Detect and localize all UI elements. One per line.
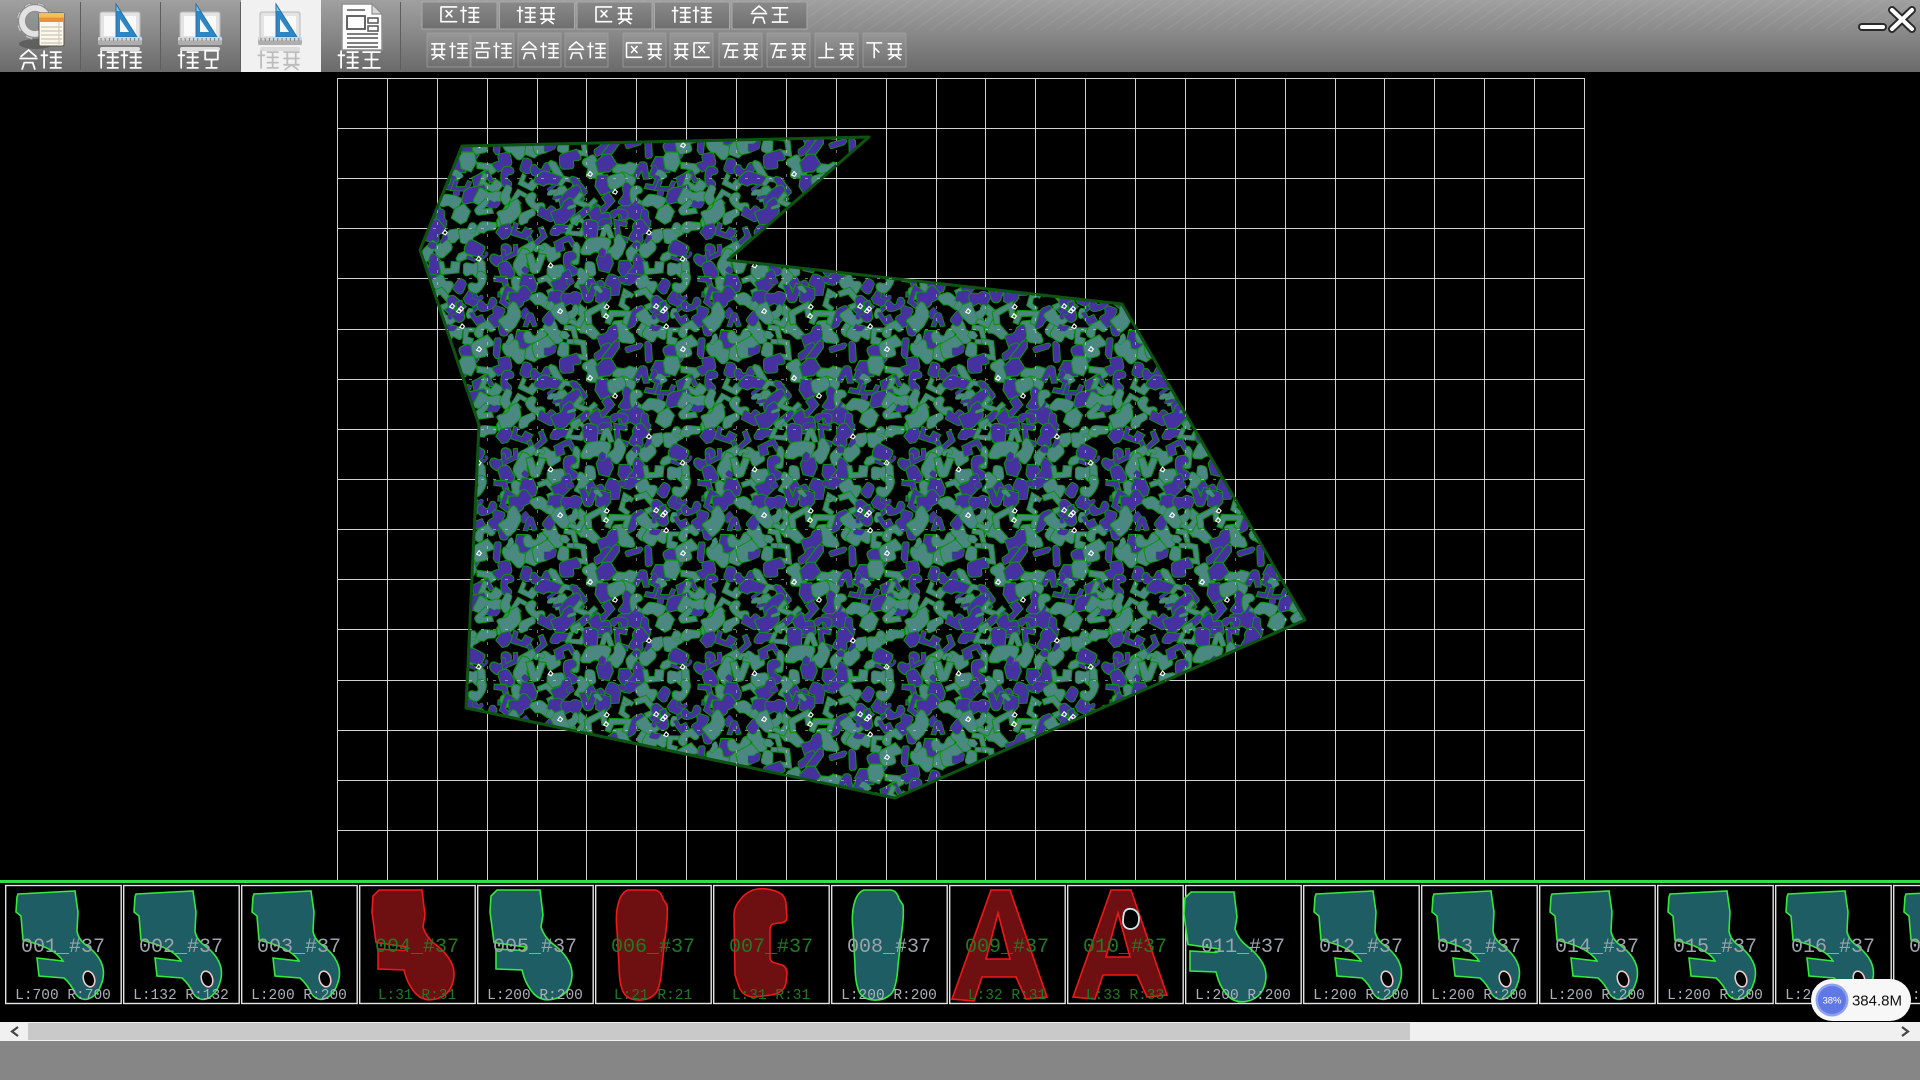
svg-text:384.8M: 384.8M	[1852, 993, 1902, 1010]
svg-text:L:200 R:200: L:200 R:200	[251, 988, 347, 1004]
svg-text:L:200 R:200: L:200 R:200	[487, 988, 583, 1004]
svg-text:008_#37: 008_#37	[847, 936, 931, 959]
svg-text:005_#37: 005_#37	[493, 936, 577, 959]
svg-text:011_#37: 011_#37	[1201, 936, 1285, 959]
svg-text:38%: 38%	[1822, 996, 1842, 1007]
svg-text:014_#37: 014_#37	[1555, 936, 1639, 959]
svg-text:L:132 R:132: L:132 R:132	[133, 988, 229, 1004]
svg-text:016_#37: 016_#37	[1791, 936, 1875, 959]
svg-text:L:200 R:200: L:200 R:200	[1667, 988, 1763, 1004]
svg-text:L:200 R:200: L:200 R:200	[1431, 988, 1527, 1004]
svg-text:012_#37: 012_#37	[1319, 936, 1403, 959]
svg-text:L:33 R:33: L:33 R:33	[1086, 988, 1164, 1004]
svg-text:006_#37: 006_#37	[611, 936, 695, 959]
svg-text:004_#37: 004_#37	[375, 936, 459, 959]
svg-text:L:200 R:200: L:200 R:200	[841, 988, 937, 1004]
svg-text:009_#37: 009_#37	[965, 936, 1049, 959]
svg-text:010_#37: 010_#37	[1083, 936, 1167, 959]
svg-text:L:200 R:200: L:200 R:200	[1549, 988, 1645, 1004]
svg-text:L:700 R:700: L:700 R:700	[15, 988, 111, 1004]
svg-text:003_#37: 003_#37	[257, 936, 341, 959]
svg-text:L:31 R:31: L:31 R:31	[732, 988, 810, 1004]
svg-text:017_#37: 017_#37	[1909, 936, 1920, 959]
svg-text:007_#37: 007_#37	[729, 936, 813, 959]
svg-text:015_#37: 015_#37	[1673, 936, 1757, 959]
svg-text:L:21 R:21: L:21 R:21	[614, 988, 692, 1004]
svg-text:001_#37: 001_#37	[21, 936, 105, 959]
svg-text:L:32 R:31: L:32 R:31	[968, 988, 1046, 1004]
svg-text:002_#37: 002_#37	[139, 936, 223, 959]
svg-text:L:200 R:200: L:200 R:200	[1195, 988, 1291, 1004]
svg-text:L:31 R:31: L:31 R:31	[378, 988, 456, 1004]
svg-text:L:200 R:200: L:200 R:200	[1313, 988, 1409, 1004]
svg-text:013_#37: 013_#37	[1437, 936, 1521, 959]
